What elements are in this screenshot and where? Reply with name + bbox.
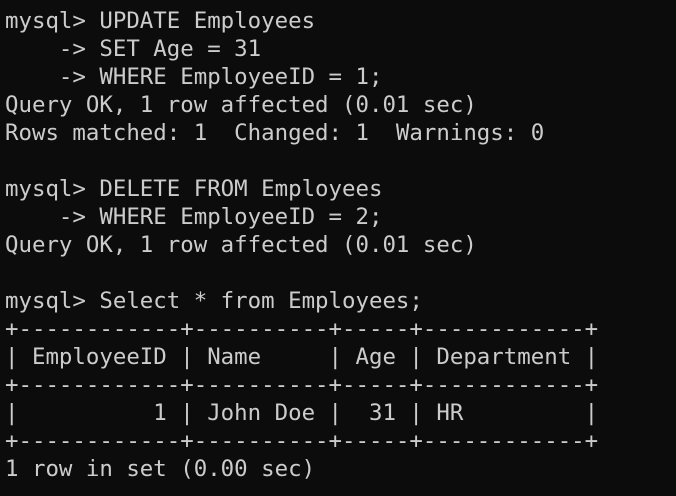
update-result-status: Query OK, 1 row affected (0.01 sec) (5, 92, 477, 118)
delete-result-status: Query OK, 1 row affected (0.01 sec) (5, 232, 477, 258)
prompt-select-command: mysql> Select * from Employees; (5, 288, 423, 314)
table-border-middle: +------------+----------+-----+---------… (5, 372, 599, 398)
continuation-delete-where: -> WHERE EmployeeID = 2; (5, 204, 383, 230)
prompt-update-command: mysql> UPDATE Employees (5, 8, 316, 34)
prompt-delete-command: mysql> DELETE FROM Employees (5, 176, 383, 202)
continuation-where-clause: -> WHERE EmployeeID = 1; (5, 64, 383, 90)
table-row: | 1 | John Doe | 31 | HR | (5, 400, 599, 426)
table-border-bottom: +------------+----------+-----+---------… (5, 428, 599, 454)
terminal-window[interactable]: mysql> UPDATE Employees -> SET Age = 31 … (0, 0, 676, 496)
update-rows-matched: Rows matched: 1 Changed: 1 Warnings: 0 (5, 120, 545, 146)
continuation-set-clause: -> SET Age = 31 (5, 36, 262, 62)
table-border-top: +------------+----------+-----+---------… (5, 316, 599, 342)
table-header-row: | EmployeeID | Name | Age | Department | (5, 344, 599, 370)
select-result-status: 1 row in set (0.00 sec) (5, 456, 316, 482)
